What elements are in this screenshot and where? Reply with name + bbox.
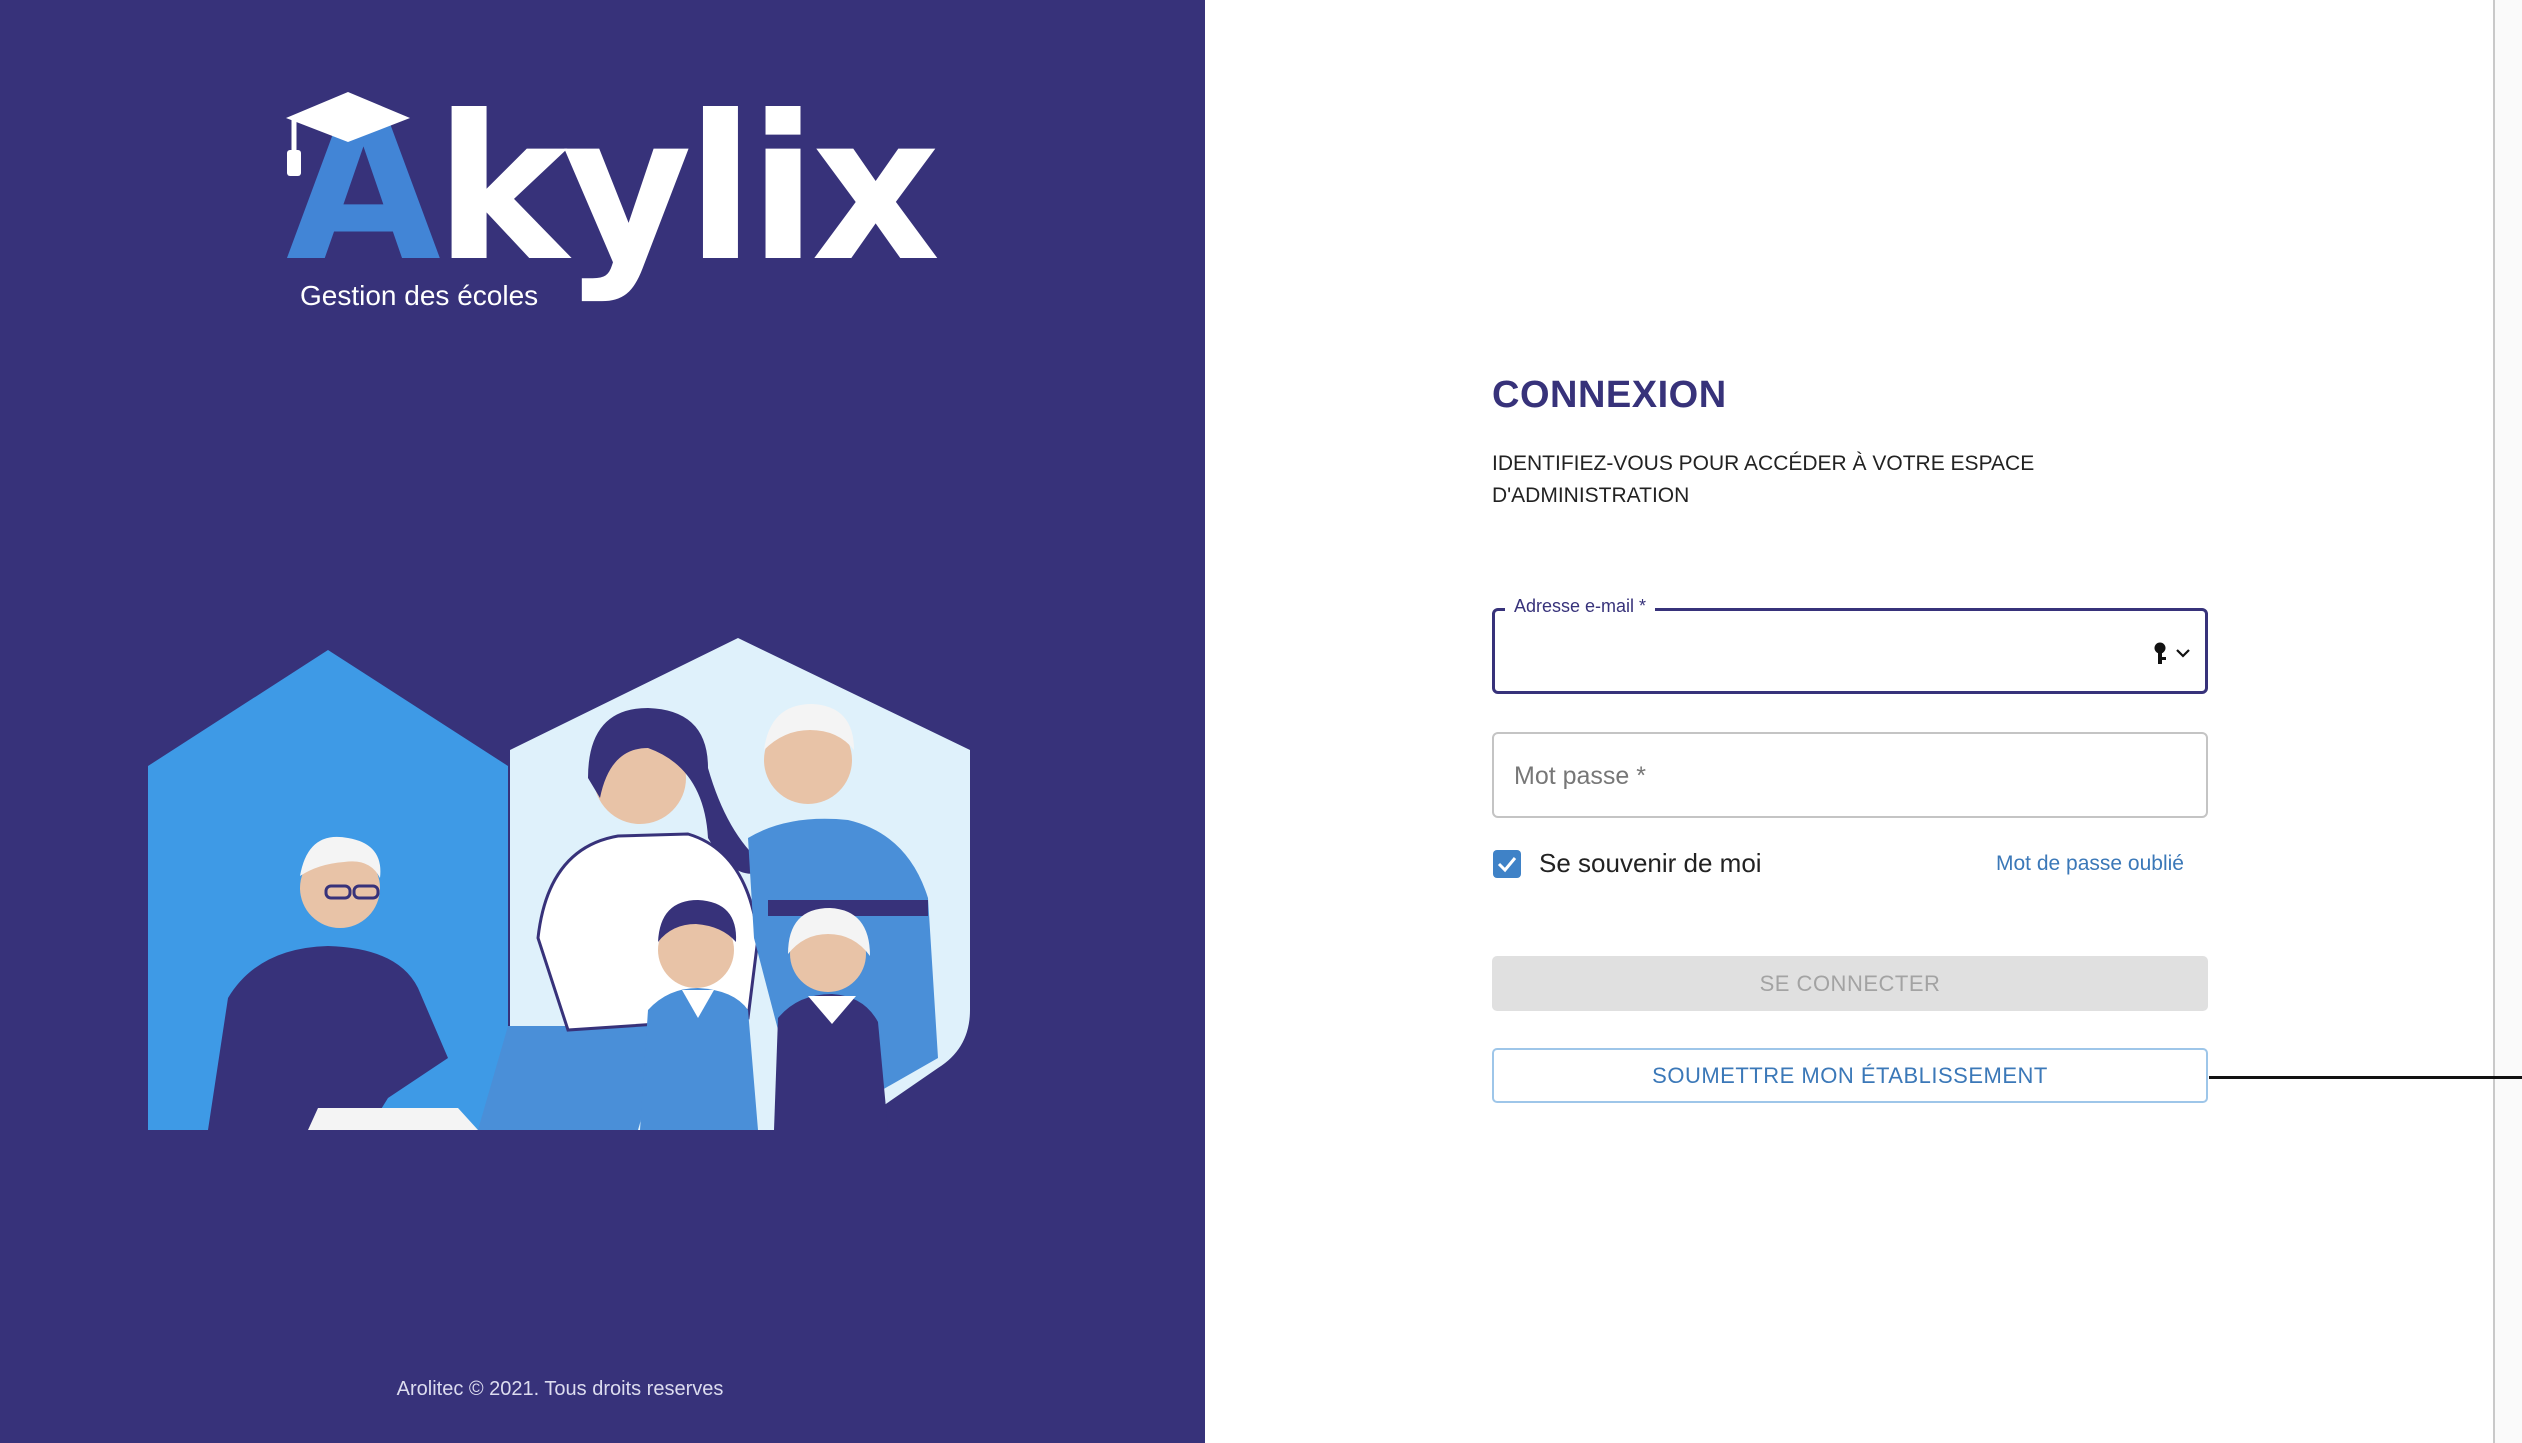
checkmark-icon	[1497, 857, 1517, 873]
family-illustration	[148, 638, 970, 1130]
login-button[interactable]: SE CONNECTER	[1492, 956, 2208, 1011]
email-input[interactable]	[1513, 629, 2093, 675]
forgot-password-link[interactable]: Mot de passe oublié	[1996, 852, 2184, 876]
brand-panel: Akylix Gestion des écoles Arolitec © 202…	[0, 0, 1205, 1443]
password-field[interactable]: Mot passe *	[1492, 732, 2208, 818]
logo-tagline: Gestion des écoles	[300, 280, 539, 311]
copyright-footer: Arolitec © 2021. Tous droits reserves	[396, 1378, 724, 1400]
akylix-logo: Akylix Gestion des écoles	[286, 90, 940, 330]
chevron-down-icon[interactable]	[2175, 647, 2191, 659]
submit-school-button[interactable]: SOUMETTRE MON ÉTABLISSEMENT	[1492, 1048, 2208, 1103]
logo-rest: kylix	[434, 73, 940, 306]
login-panel	[1205, 0, 2522, 1443]
email-field[interactable]: Adresse e-mail *	[1492, 596, 2208, 694]
page-title: CONNEXION	[1492, 374, 1727, 416]
page-subtitle: IDENTIFIEZ-VOUS POUR ACCÉDER À VOTRE ESP…	[1492, 452, 2035, 507]
remember-me-label[interactable]: Se souvenir de moi	[1539, 848, 1762, 879]
graduation-cap-icon	[286, 92, 410, 176]
remember-me-checkbox[interactable]	[1493, 850, 1521, 878]
key-icon[interactable]	[2149, 641, 2171, 665]
password-input[interactable]	[1512, 752, 2172, 798]
divider-line	[2209, 1076, 2522, 1079]
scrollbar[interactable]	[2493, 0, 2522, 1443]
email-label: Adresse e-mail *	[1505, 596, 1656, 617]
